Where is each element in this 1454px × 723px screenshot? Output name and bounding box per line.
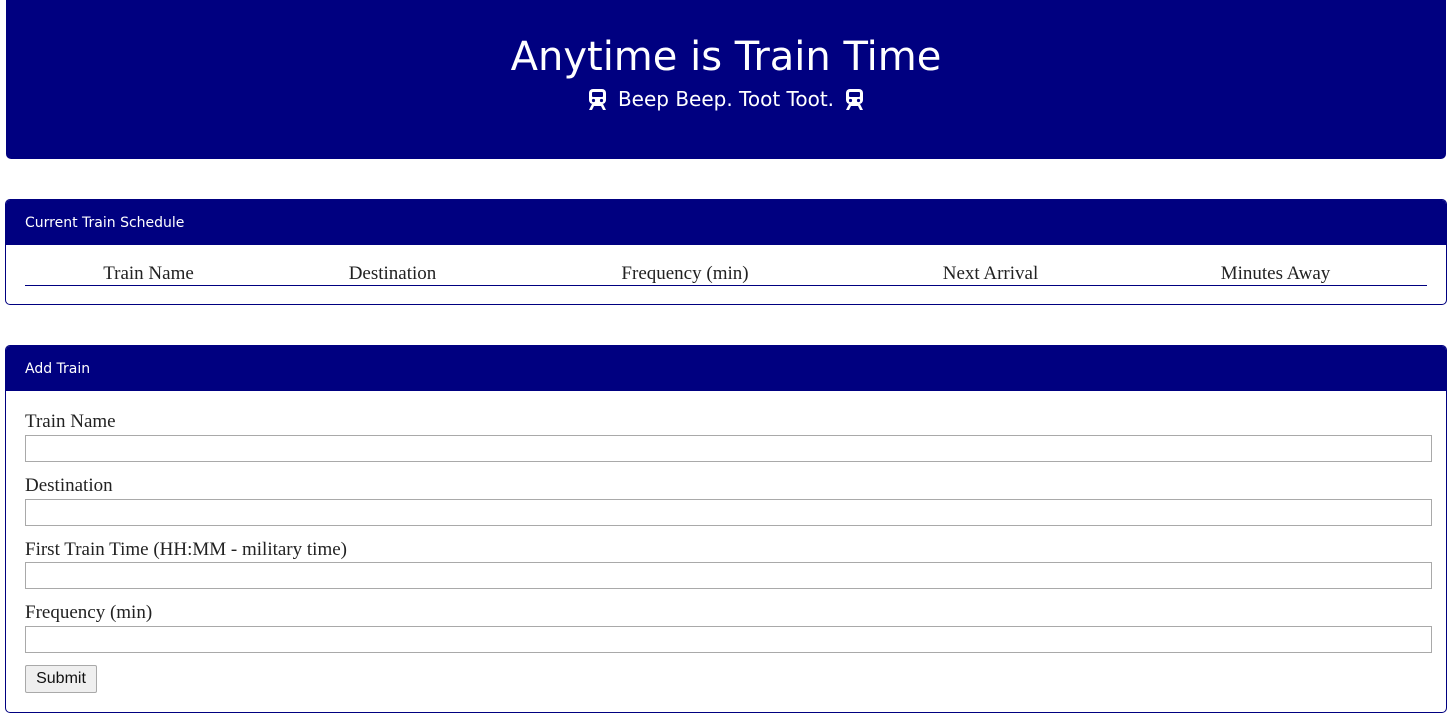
schedule-panel: Current Train Schedule Train Name Destin… xyxy=(5,199,1447,305)
schedule-panel-heading: Current Train Schedule xyxy=(6,200,1446,245)
column-header-destination: Destination xyxy=(348,263,437,284)
first-train-time-input[interactable] xyxy=(25,562,1432,589)
add-train-panel: Add Train Train Name Destination First T… xyxy=(5,345,1447,713)
header-banner: Anytime is Train Time Beep Beep. Toot To… xyxy=(6,0,1446,159)
train-icon xyxy=(846,88,864,110)
destination-label: Destination xyxy=(25,475,113,496)
column-header-frequency: Frequency (min) xyxy=(621,263,749,284)
column-header-next-arrival: Next Arrival xyxy=(942,263,1039,284)
page-subtitle: Beep Beep. Toot Toot. xyxy=(6,87,1446,111)
subtitle-text: Beep Beep. Toot Toot. xyxy=(617,87,835,111)
submit-button[interactable]: Submit xyxy=(25,665,97,693)
train-icon xyxy=(588,88,606,110)
column-header-train-name: Train Name xyxy=(103,263,194,284)
schedule-table: Train Name Destination Frequency (min) N… xyxy=(25,263,1427,286)
train-name-label: Train Name xyxy=(25,411,116,432)
first-train-time-label: First Train Time (HH:MM - military time) xyxy=(25,539,347,560)
page-title: Anytime is Train Time xyxy=(510,34,942,80)
destination-input[interactable] xyxy=(25,499,1432,526)
frequency-label: Frequency (min) xyxy=(25,602,153,623)
train-name-input[interactable] xyxy=(25,435,1432,462)
column-header-minutes-away: Minutes Away xyxy=(1220,263,1331,284)
add-train-panel-heading: Add Train xyxy=(6,346,1446,391)
frequency-input[interactable] xyxy=(25,626,1432,653)
